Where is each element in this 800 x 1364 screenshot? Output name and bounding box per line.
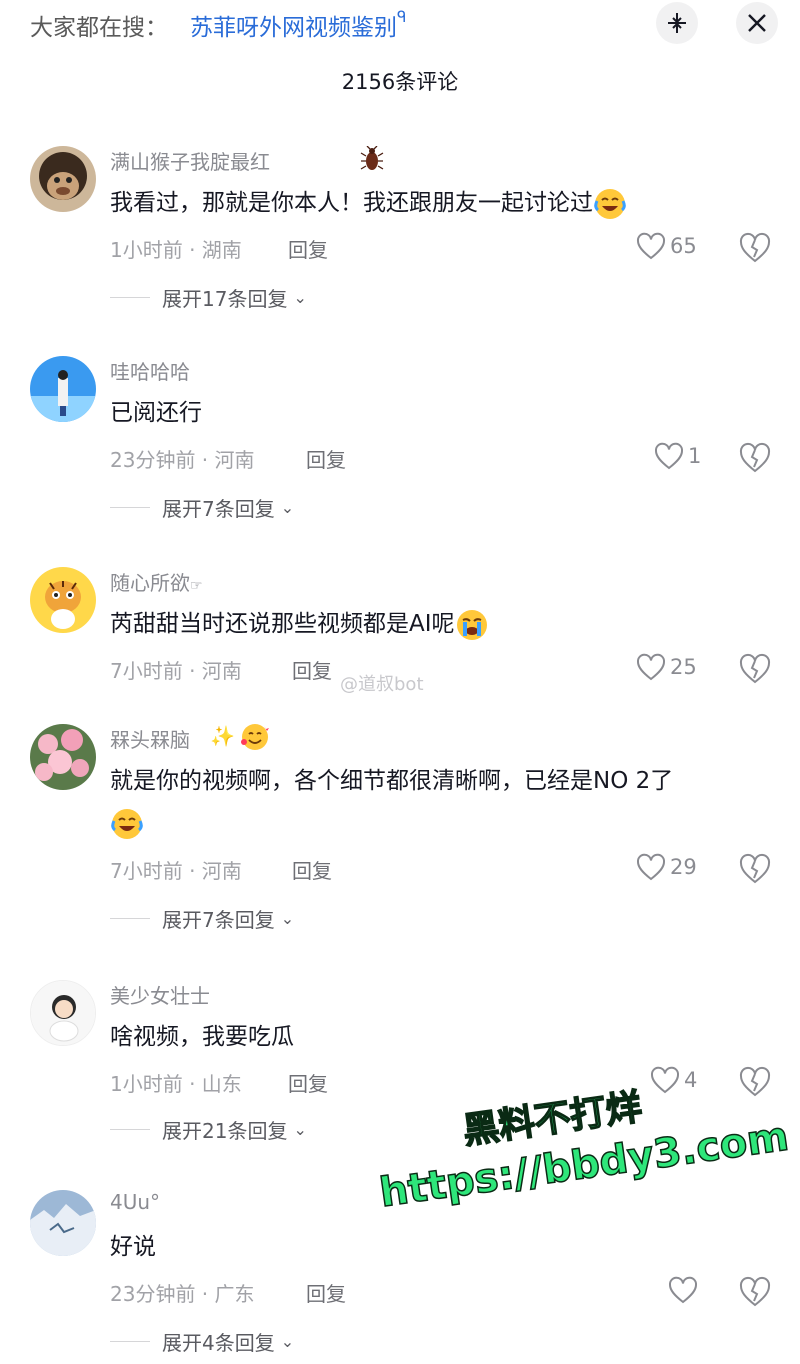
chevron-down-icon: ⌄ [280, 909, 295, 928]
bug-icon [360, 146, 384, 170]
username[interactable]: 哇哈哈哈 [110, 356, 190, 385]
dislike-icon[interactable] [738, 230, 772, 264]
like-count: 4 [684, 1068, 698, 1092]
search-icon: ᑫ [397, 8, 407, 26]
like-button[interactable]: 29 [636, 853, 697, 881]
crying-emoji-icon [455, 608, 489, 642]
comment-time-location: 7小时前 · 河南 [110, 659, 242, 683]
dislike-icon[interactable] [738, 1274, 772, 1308]
username[interactable]: 随心所欲☞ [110, 567, 203, 596]
heart-icon [636, 853, 666, 881]
dislike-icon[interactable] [738, 1064, 772, 1098]
comment-text: 芮甜甜当时还说那些视频都是AI呢 [110, 603, 770, 645]
comment-text: 已阅还行 [110, 400, 202, 426]
heart-icon [636, 232, 666, 260]
expand-replies-button[interactable]: 展开4条回复 ⌄ [110, 1327, 294, 1356]
heart-icon [668, 1276, 698, 1304]
heart-icon [654, 442, 684, 470]
search-suggestion-link[interactable]: 苏菲呀外网视频鉴别ᑫ [190, 8, 406, 42]
like-count: 1 [688, 444, 702, 468]
comment-text: 我看过，那就是你本人！我还跟朋友一起讨论过 [110, 182, 770, 224]
like-button[interactable]: 25 [636, 653, 697, 681]
reply-button[interactable]: 回复 [306, 444, 346, 473]
avatar[interactable] [30, 980, 96, 1046]
comment-text: 就是你的视频啊，各个细节都很清晰啊，已经是NO 2了 [110, 760, 770, 844]
weibo-watermark: @道叔bot [340, 674, 424, 695]
top-bar: 大家都在搜： 苏菲呀外网视频鉴别ᑫ [0, 0, 800, 52]
comment-time-location: 1小时前 · 湖南 [110, 238, 242, 262]
avatar[interactable] [30, 567, 96, 633]
like-count: 25 [670, 655, 697, 679]
reply-button[interactable]: 回复 [288, 1068, 328, 1097]
like-button[interactable]: 4 [650, 1066, 697, 1094]
collapse-icon[interactable] [656, 2, 698, 44]
comment-text: 啥视频，我要吃瓜 [110, 1024, 294, 1050]
avatar[interactable] [30, 356, 96, 422]
sparkles-icon: ✨ [210, 724, 235, 748]
chevron-down-icon: ⌄ [280, 498, 295, 517]
reply-button[interactable]: 回复 [292, 655, 332, 684]
comment-text: 好说 [110, 1234, 156, 1260]
expand-replies-button[interactable]: 展开7条回复 ⌄ [110, 493, 294, 522]
like-count: 65 [670, 234, 697, 258]
reply-button[interactable]: 回复 [292, 855, 332, 884]
like-count: 29 [670, 855, 697, 879]
chevron-down-icon: ⌄ [293, 288, 307, 307]
heart-icon [650, 1066, 680, 1094]
avatar[interactable] [30, 1190, 96, 1256]
username[interactable]: 4Uu° [110, 1190, 160, 1214]
dislike-icon[interactable] [738, 651, 772, 685]
comment-time-location: 23分钟前 · 河南 [110, 448, 255, 472]
comments-count: 2156条评论 [341, 70, 459, 94]
laugh-cry-emoji-icon [593, 187, 627, 221]
comment-time-location: 23分钟前 · 广东 [110, 1282, 255, 1306]
like-button[interactable]: 65 [636, 232, 697, 260]
username[interactable]: 满山猴子我腚最红 [110, 146, 270, 175]
close-icon[interactable] [736, 2, 778, 44]
chevron-down-icon: ⌄ [293, 1120, 307, 1139]
reply-button[interactable]: 回复 [288, 234, 328, 263]
comment-time-location: 7小时前 · 河南 [110, 859, 242, 883]
avatar[interactable] [30, 146, 96, 212]
expand-replies-button[interactable]: 展开21条回复 ⌄ [110, 1115, 307, 1144]
expand-replies-button[interactable]: 展开7条回复 ⌄ [110, 904, 294, 933]
search-prefix: 大家都在搜： [30, 15, 168, 41]
reply-button[interactable]: 回复 [306, 1278, 346, 1307]
expand-replies-button[interactable]: 展开17条回复 ⌄ [110, 283, 307, 312]
like-button[interactable] [668, 1276, 702, 1304]
dislike-icon[interactable] [738, 440, 772, 474]
comment-time-location: 1小时前 · 山东 [110, 1072, 242, 1096]
avatar[interactable] [30, 724, 96, 790]
username[interactable]: 槑头槑脑 [110, 724, 190, 753]
chevron-down-icon: ⌄ [280, 1332, 295, 1351]
like-button[interactable]: 1 [654, 442, 701, 470]
heart-icon [636, 653, 666, 681]
laugh-cry-emoji-icon [110, 807, 144, 841]
dislike-icon[interactable] [738, 851, 772, 885]
pointing-hand-icon: ☞ [190, 578, 203, 594]
username[interactable]: 美少女壮士 [110, 980, 210, 1009]
smiling-hearts-emoji-icon [241, 724, 269, 750]
